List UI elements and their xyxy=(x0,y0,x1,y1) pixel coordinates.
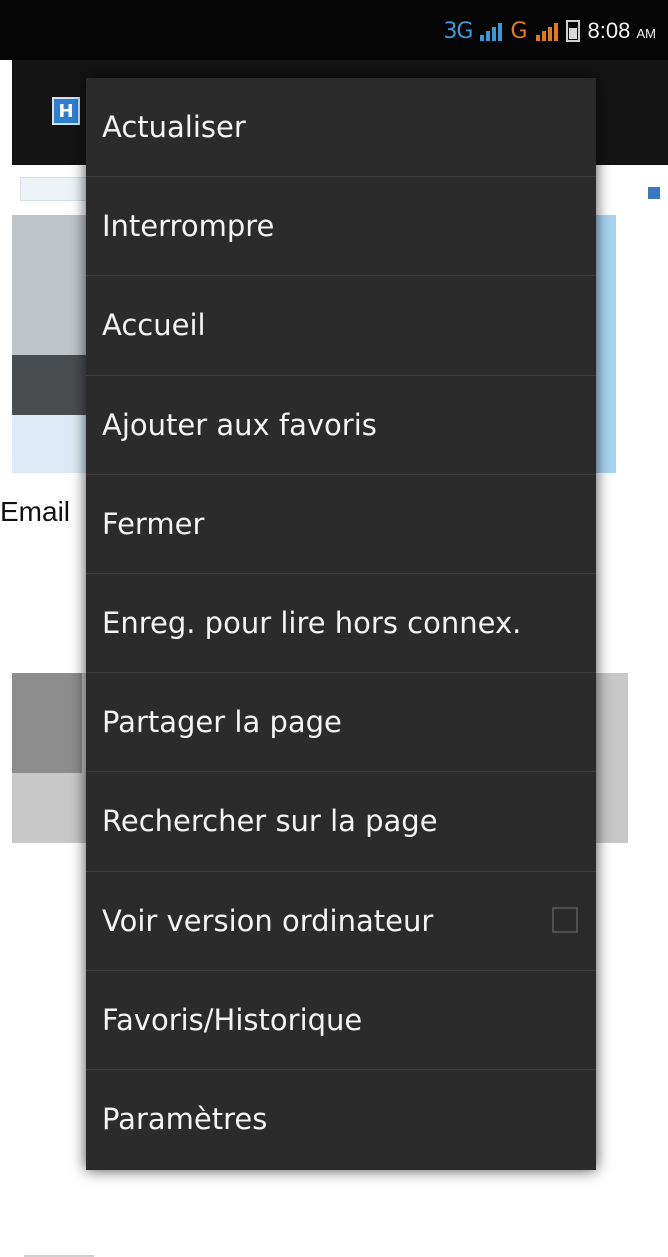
menu-item-bookmarks-history[interactable]: Favoris/Historique xyxy=(86,971,596,1070)
grey-banner-panel xyxy=(12,673,82,773)
menu-item-save-offline[interactable]: Enreg. pour lire hors connex. xyxy=(86,574,596,674)
page-corner-icon xyxy=(648,187,660,199)
clock-ampm: AM xyxy=(636,26,657,41)
menu-item-label: Paramètres xyxy=(102,1102,268,1137)
menu-item-find-on-page[interactable]: Rechercher sur la page xyxy=(86,772,596,872)
menu-item-label: Rechercher sur la page xyxy=(102,804,438,839)
battery-icon xyxy=(565,20,580,42)
menu-item-label: Voir version ordinateur xyxy=(102,903,434,938)
menu-item-refresh[interactable]: Actualiser xyxy=(86,78,596,178)
hero-room-dark xyxy=(12,355,92,415)
desktop-version-checkbox[interactable] xyxy=(552,906,578,933)
signal-3g-icon xyxy=(480,21,503,41)
menu-item-label: Ajouter aux favoris xyxy=(102,407,377,442)
signal-g-icon xyxy=(535,21,558,41)
menu-item-label: Accueil xyxy=(102,308,206,343)
options-menu: Actualiser Interrompre Accueil Ajouter a… xyxy=(86,78,596,1170)
menu-item-label: Partager la page xyxy=(102,705,342,740)
menu-item-stop[interactable]: Interrompre xyxy=(86,177,596,277)
menu-item-close[interactable]: Fermer xyxy=(86,475,596,574)
menu-item-desktop-version[interactable]: Voir version ordinateur xyxy=(86,872,596,971)
status-bar: 3G G 8:08 AM xyxy=(0,0,668,60)
clock-time: 8:08 xyxy=(587,18,631,43)
menu-item-add-bookmark[interactable]: Ajouter aux favoris xyxy=(86,376,596,475)
menu-item-label: Fermer xyxy=(102,506,205,541)
menu-item-label: Favoris/Historique xyxy=(102,1002,363,1037)
menu-item-share-page[interactable]: Partager la page xyxy=(86,673,596,773)
browser-app-icon[interactable]: H xyxy=(52,97,80,125)
clock: 8:08 AM xyxy=(588,18,656,44)
network-g-label: G xyxy=(510,18,528,44)
menu-item-label: Actualiser xyxy=(102,110,246,145)
menu-item-label: Enreg. pour lire hors connex. xyxy=(102,606,522,641)
status-icons: 3G G 8:08 AM xyxy=(443,18,656,44)
email-label: Email xyxy=(0,496,71,527)
network-3g-label: 3G xyxy=(443,18,473,44)
menu-item-label: Interrompre xyxy=(102,209,275,244)
menu-item-home[interactable]: Accueil xyxy=(86,276,596,376)
menu-item-settings[interactable]: Paramètres xyxy=(86,1070,596,1169)
